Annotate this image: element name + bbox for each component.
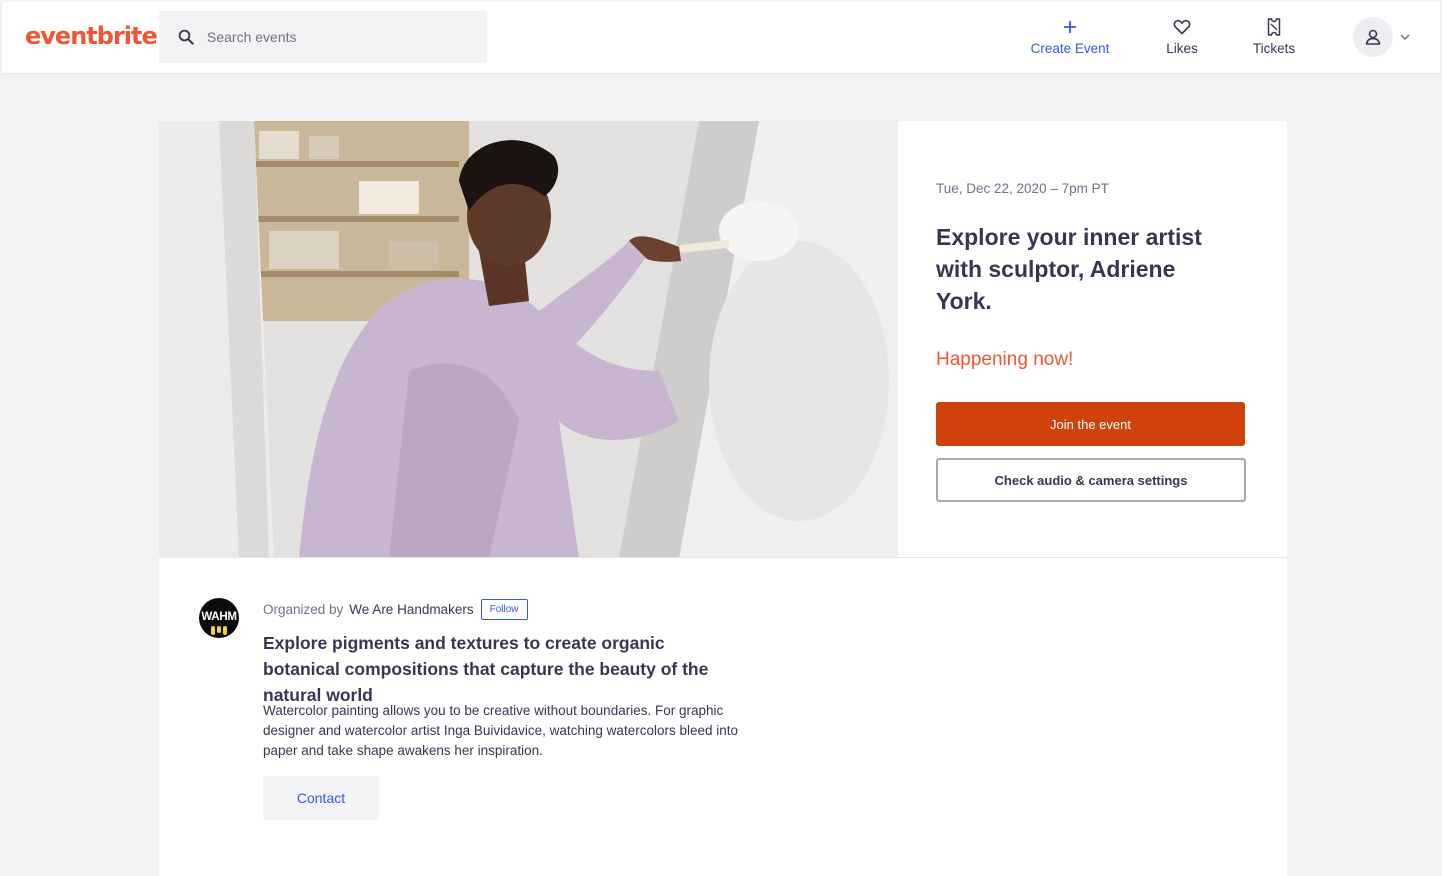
section-divider — [159, 557, 1287, 558]
create-event-label: Create Event — [1030, 41, 1110, 56]
logo-drip-mark — [217, 626, 221, 633]
event-description: Watercolor painting allows you to be cre… — [263, 703, 739, 758]
join-event-button[interactable]: Join the event — [936, 402, 1245, 446]
create-event-link[interactable]: Create Event — [1020, 16, 1120, 60]
event-status: Happening now! — [936, 349, 1074, 370]
organizer-avatar[interactable]: WAHM — [199, 598, 239, 638]
likes-link[interactable]: Likes — [1152, 16, 1212, 60]
event-summary: Explore pigments and textures to create … — [263, 633, 709, 705]
user-icon — [1365, 29, 1381, 45]
tickets-link[interactable]: Tickets — [1242, 16, 1306, 60]
tickets-label: Tickets — [1252, 41, 1296, 56]
top-navbar: eventbrite Create Event Likes — [2, 2, 1440, 73]
account-menu[interactable] — [1353, 17, 1411, 57]
organizer-logo-text: WAHM — [201, 611, 237, 623]
ticket-icon — [1267, 16, 1281, 38]
likes-label: Likes — [1166, 41, 1198, 56]
search-icon — [178, 29, 194, 45]
logo-drip-mark — [223, 626, 227, 635]
chevron-down-icon[interactable] — [1399, 31, 1411, 43]
search-input[interactable] — [207, 29, 467, 45]
check-audio-camera-button[interactable]: Check audio & camera settings — [936, 458, 1246, 502]
event-date: Tue, Dec 22, 2020 – 7pm PT — [936, 181, 1109, 196]
follow-button[interactable]: Follow — [480, 599, 528, 620]
contact-button[interactable]: Contact — [263, 776, 379, 820]
organizer-name[interactable]: We Are Handmakers — [349, 602, 473, 617]
avatar[interactable] — [1353, 17, 1393, 57]
heart-icon — [1173, 16, 1191, 38]
organized-by-label: Organized by — [263, 602, 344, 617]
eventbrite-logo[interactable]: eventbrite — [25, 22, 158, 50]
event-card: Tue, Dec 22, 2020 – 7pm PT Explore your … — [159, 121, 1287, 876]
event-title: Explore your inner artist with sculptor,… — [936, 224, 1202, 314]
logo-drip-mark — [211, 626, 215, 635]
event-info-panel: Tue, Dec 22, 2020 – 7pm PT Explore your … — [898, 121, 1287, 557]
search-bar[interactable] — [159, 11, 487, 63]
organizer-line: Organized by We Are Handmakers Follow — [263, 599, 528, 620]
plus-icon — [1062, 16, 1078, 38]
event-hero-image — [159, 121, 898, 558]
